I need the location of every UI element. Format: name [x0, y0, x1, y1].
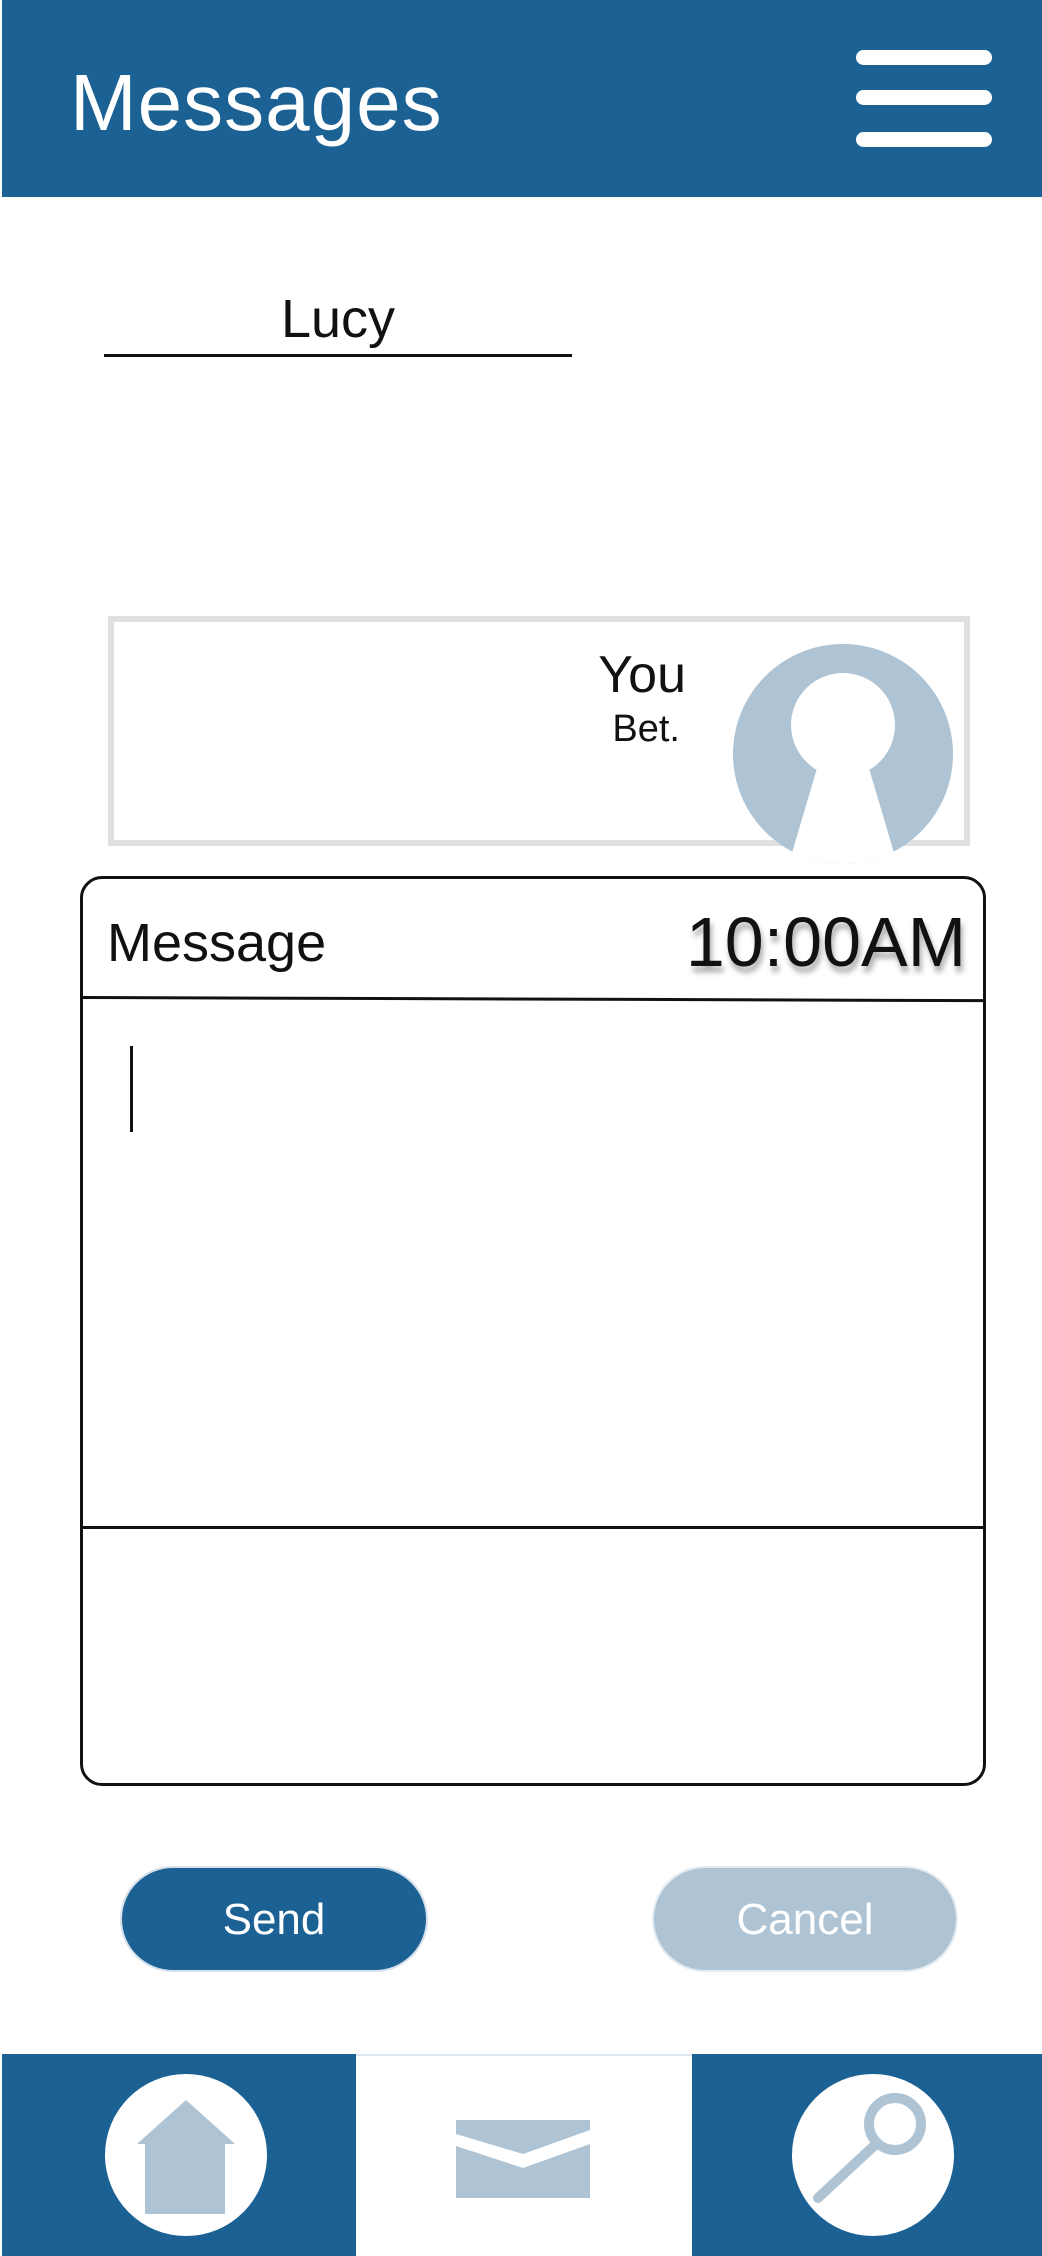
- menu-button[interactable]: [852, 46, 994, 152]
- compose-attachment-area[interactable]: [84, 1532, 982, 1782]
- compose-divider-bottom: [82, 1526, 986, 1529]
- nav-search-circle: [792, 2074, 954, 2236]
- message-input[interactable]: [110, 1010, 960, 1510]
- mail-icon: [456, 2120, 590, 2198]
- nav-home-circle: [105, 2074, 267, 2236]
- search-icon: [813, 2093, 926, 2203]
- preview-body: Bet.: [612, 708, 680, 750]
- nav-messages[interactable]: [356, 2054, 692, 2256]
- nav-search[interactable]: [692, 2054, 1042, 2256]
- home-icon: [137, 2100, 235, 2214]
- nav-home[interactable]: [2, 2054, 356, 2256]
- text-caret: [130, 1046, 133, 1132]
- send-button[interactable]: Send: [122, 1868, 426, 1970]
- compose-time: 10:00AM: [685, 903, 966, 981]
- compose-label: Message: [107, 913, 327, 973]
- page-title: Messages: [70, 58, 443, 147]
- preview-sender: You: [598, 646, 686, 704]
- cancel-button[interactable]: Cancel: [654, 1868, 956, 1970]
- user-avatar-icon: [733, 644, 953, 864]
- recipient-name[interactable]: Lucy: [104, 284, 572, 357]
